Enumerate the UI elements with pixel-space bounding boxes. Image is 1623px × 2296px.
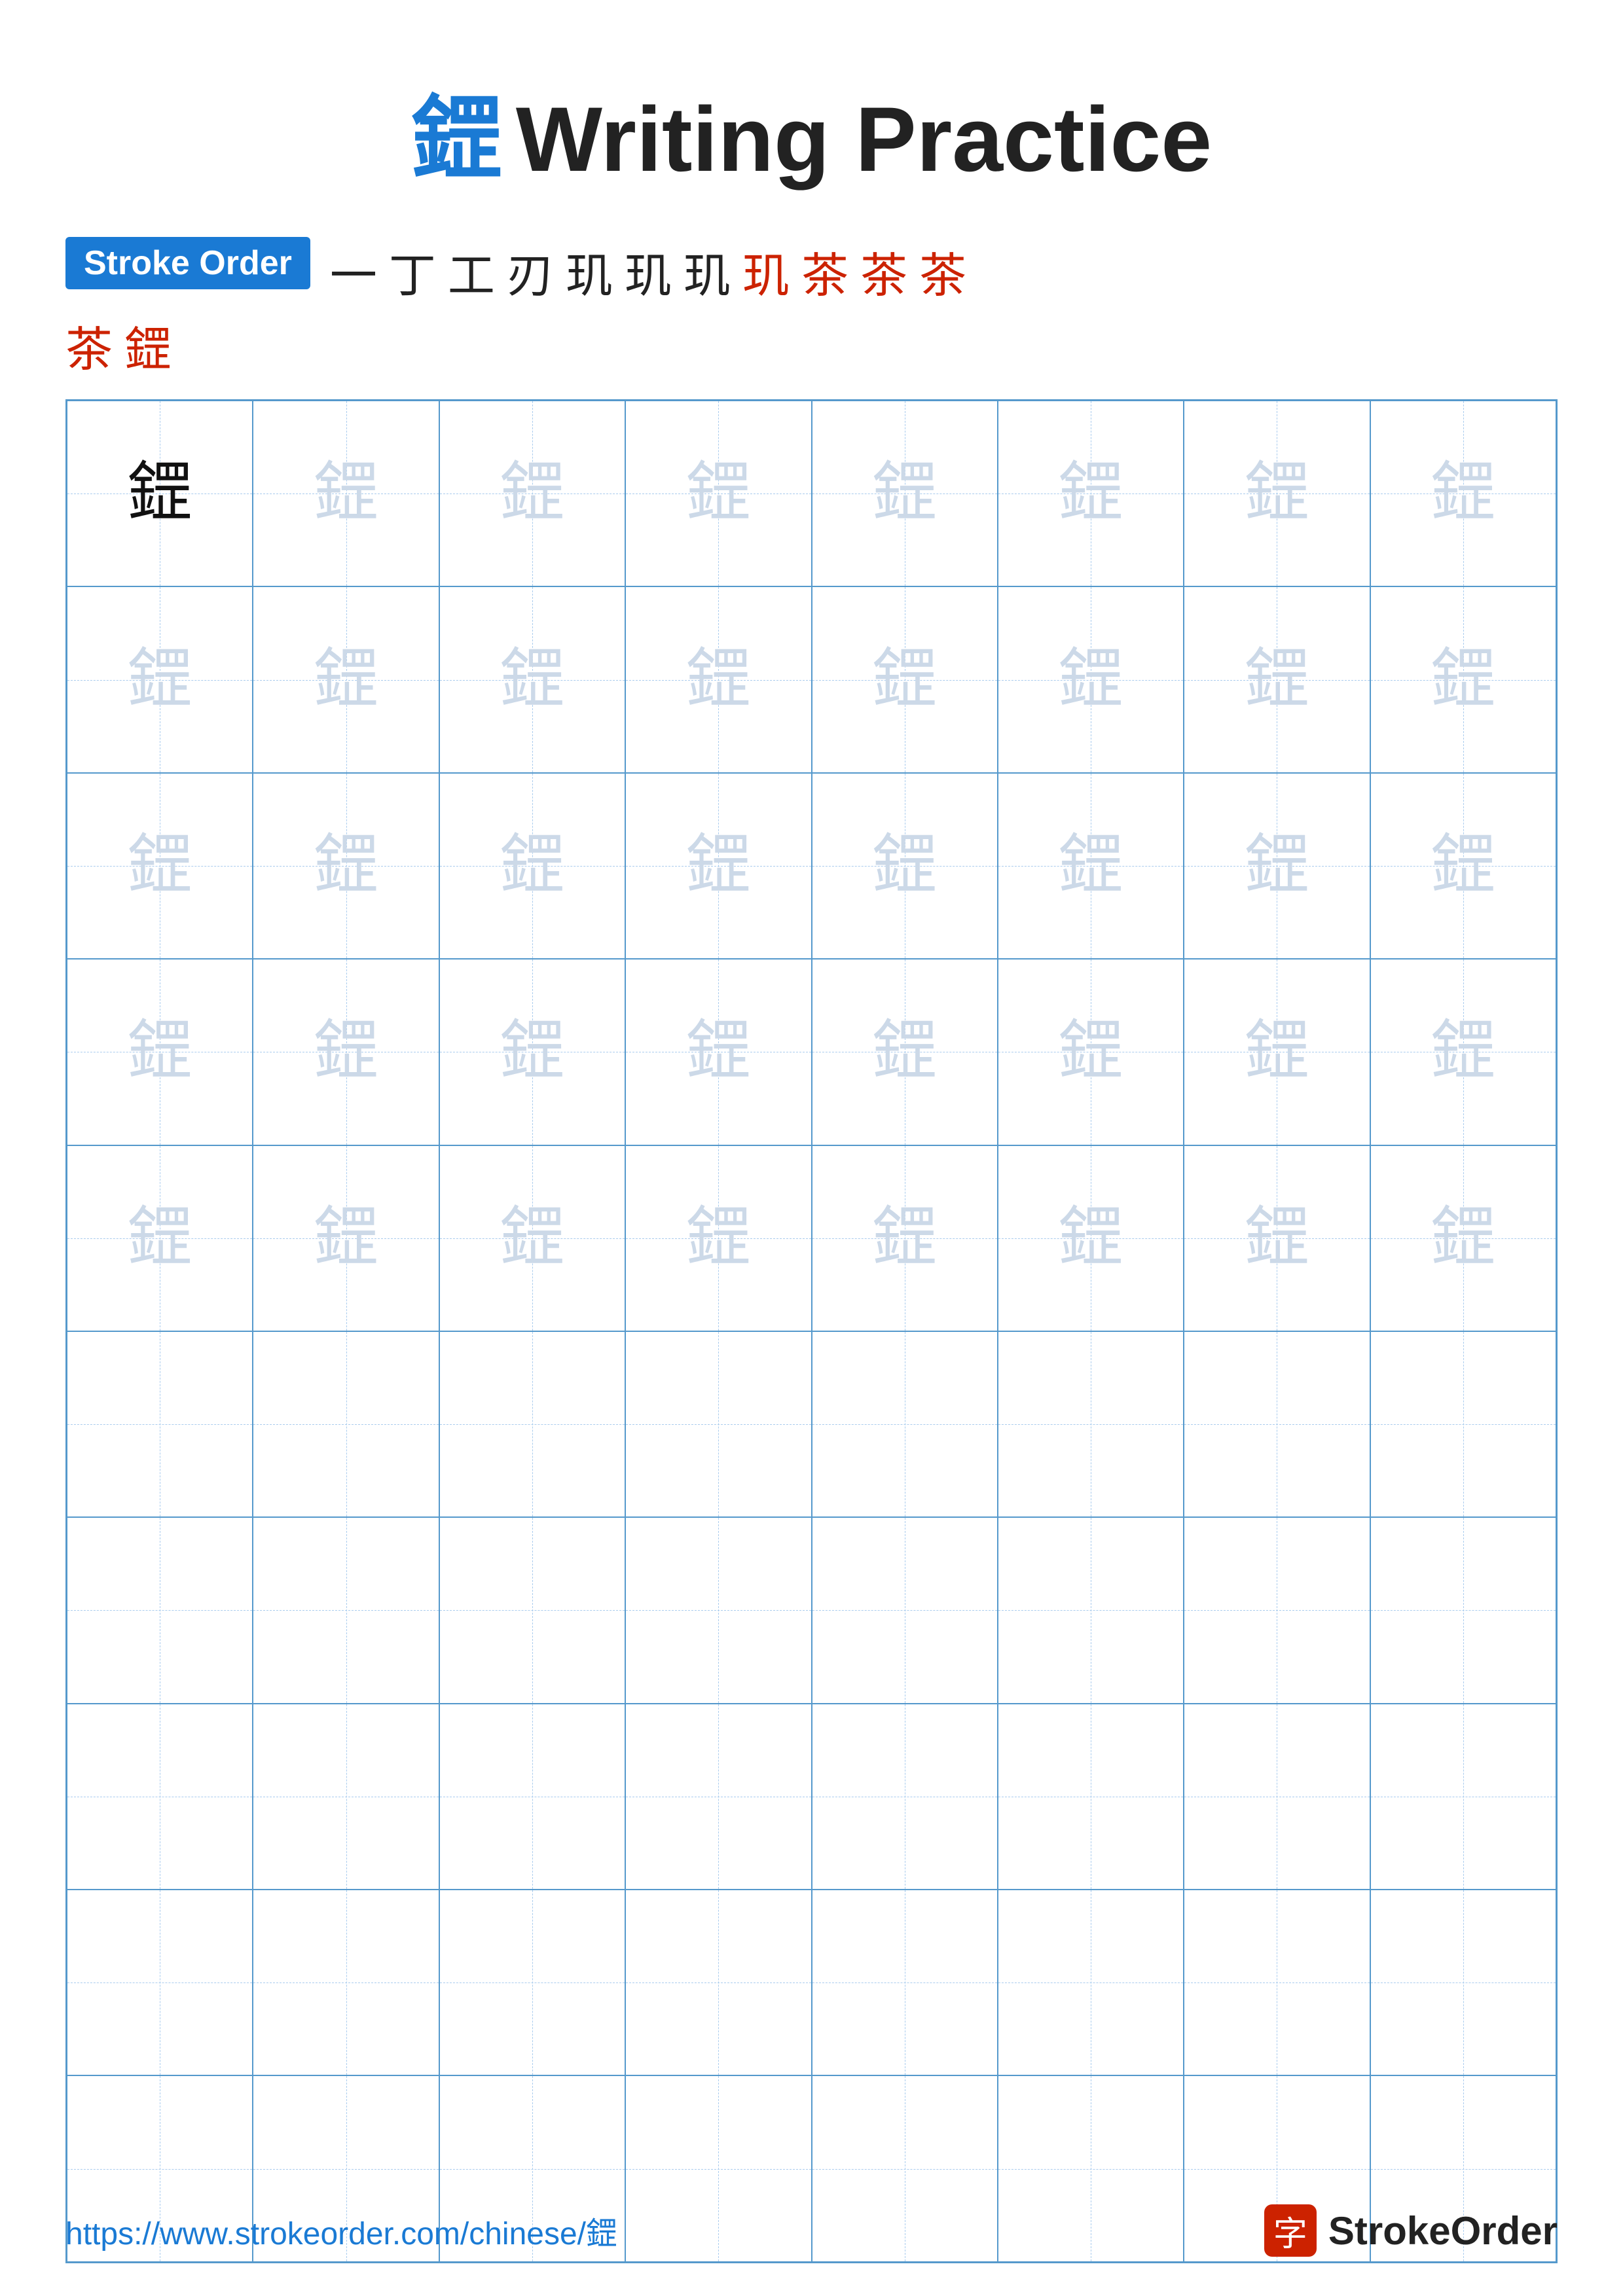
- stroke-2: 丁: [389, 237, 436, 306]
- footer-brand-icon: 字: [1264, 2204, 1317, 2257]
- grid-cell[interactable]: 鎠: [1184, 401, 1370, 586]
- grid-cell[interactable]: [1370, 1517, 1556, 1703]
- stroke-extra-1: 茶: [65, 311, 113, 380]
- grid-cell[interactable]: [1184, 1331, 1370, 1517]
- grid-cell[interactable]: 鎠: [439, 773, 625, 959]
- grid-cell[interactable]: [1184, 1517, 1370, 1703]
- grid-cell[interactable]: [439, 1517, 625, 1703]
- stroke-3: 工: [448, 237, 495, 306]
- footer-brand: 字 StrokeOrder: [1264, 2204, 1558, 2257]
- grid-cell[interactable]: [67, 1704, 253, 1890]
- stroke-extra-row: 茶 鎠: [65, 311, 1558, 380]
- grid-cell[interactable]: 鎠: [998, 586, 1184, 772]
- grid-cell[interactable]: [998, 1890, 1184, 2075]
- grid-cell[interactable]: [625, 1331, 811, 1517]
- header-char: 鎠: [411, 90, 503, 191]
- grid-cell[interactable]: [253, 1704, 439, 1890]
- stroke-11: 茶: [919, 237, 966, 306]
- grid-cell[interactable]: 鎠: [625, 959, 811, 1145]
- grid-cell[interactable]: 鎠: [67, 773, 253, 959]
- grid-cell[interactable]: 鎠: [998, 773, 1184, 959]
- grid-cell[interactable]: [998, 1331, 1184, 1517]
- grid-cell[interactable]: 鎠: [253, 959, 439, 1145]
- stroke-5: 玑: [566, 237, 613, 306]
- grid-cell[interactable]: 鎠: [1370, 401, 1556, 586]
- grid-cell[interactable]: 鎠: [625, 773, 811, 959]
- grid-cell[interactable]: [67, 1517, 253, 1703]
- stroke-sequence: 一 丁 工 刃 玑 玑 玑 玑 茶 茶 茶: [330, 237, 966, 306]
- stroke-1: 一: [330, 237, 377, 306]
- grid-cell[interactable]: [1370, 1331, 1556, 1517]
- grid-cell[interactable]: [998, 1704, 1184, 1890]
- stroke-4: 刃: [507, 237, 554, 306]
- stroke-9: 茶: [801, 237, 848, 306]
- grid-cell[interactable]: [812, 1331, 998, 1517]
- grid-cell[interactable]: 鎠: [67, 586, 253, 772]
- grid-cell[interactable]: [67, 1890, 253, 2075]
- header: 鎠Writing Practice: [65, 65, 1558, 198]
- grid-cell[interactable]: 鎠: [1370, 1145, 1556, 1331]
- grid-cell[interactable]: [439, 1331, 625, 1517]
- footer: https://www.strokeorder.com/chinese/鎠 字 …: [65, 2204, 1558, 2257]
- stroke-7: 玑: [684, 237, 731, 306]
- grid-cell[interactable]: [812, 1517, 998, 1703]
- grid-cell[interactable]: [1370, 1890, 1556, 2075]
- stroke-order-badge: Stroke Order: [65, 237, 310, 289]
- grid-cell[interactable]: [253, 1890, 439, 2075]
- grid-cell[interactable]: 鎠: [253, 1145, 439, 1331]
- grid-cell[interactable]: 鎠: [67, 1145, 253, 1331]
- grid-cell[interactable]: 鎠: [67, 959, 253, 1145]
- grid-cell[interactable]: [1184, 1890, 1370, 2075]
- page-title: 鎠Writing Practice: [411, 88, 1212, 190]
- grid-cell[interactable]: [1184, 1704, 1370, 1890]
- grid-cell[interactable]: 鎠: [998, 1145, 1184, 1331]
- practice-grid: 鎠鎠鎠鎠鎠鎠鎠鎠鎠鎠鎠鎠鎠鎠鎠鎠鎠鎠鎠鎠鎠鎠鎠鎠鎠鎠鎠鎠鎠鎠鎠鎠鎠鎠鎠鎠鎠鎠鎠鎠: [65, 399, 1558, 2263]
- grid-cell[interactable]: [1370, 1704, 1556, 1890]
- grid-cell[interactable]: 鎠: [1184, 586, 1370, 772]
- grid-cell[interactable]: 鎠: [253, 773, 439, 959]
- grid-cell[interactable]: [812, 1890, 998, 2075]
- grid-cell[interactable]: 鎠: [625, 401, 811, 586]
- grid-cell[interactable]: 鎠: [1184, 959, 1370, 1145]
- grid-cell[interactable]: [67, 1331, 253, 1517]
- grid-cell[interactable]: 鎠: [439, 959, 625, 1145]
- stroke-10: 茶: [860, 237, 907, 306]
- grid-cell[interactable]: [625, 1704, 811, 1890]
- page: 鎠Writing Practice Stroke Order 一 丁 工 刃 玑…: [0, 0, 1623, 2296]
- grid-cell[interactable]: [812, 1704, 998, 1890]
- grid-cell[interactable]: 鎠: [812, 959, 998, 1145]
- grid-cell[interactable]: [998, 1517, 1184, 1703]
- grid-cell[interactable]: [253, 1517, 439, 1703]
- grid-cell[interactable]: 鎠: [812, 1145, 998, 1331]
- stroke-6: 玑: [625, 237, 672, 306]
- grid-cell[interactable]: [439, 1704, 625, 1890]
- stroke-extra-2: 鎠: [124, 311, 172, 380]
- grid-cell[interactable]: 鎠: [253, 401, 439, 586]
- footer-brand-name: StrokeOrder: [1328, 2208, 1558, 2253]
- grid-cell[interactable]: 鎠: [439, 586, 625, 772]
- grid-cell[interactable]: 鎠: [67, 401, 253, 586]
- grid-cell[interactable]: 鎠: [1370, 773, 1556, 959]
- grid-cell[interactable]: 鎠: [439, 401, 625, 586]
- stroke-8: 玑: [742, 237, 790, 306]
- grid-cell[interactable]: 鎠: [625, 1145, 811, 1331]
- stroke-order-section: Stroke Order 一 丁 工 刃 玑 玑 玑 玑 茶 茶 茶 茶 鎠: [65, 237, 1558, 380]
- grid-cell[interactable]: 鎠: [625, 586, 811, 772]
- grid-cell[interactable]: [625, 1517, 811, 1703]
- grid-cell[interactable]: 鎠: [439, 1145, 625, 1331]
- grid-cell[interactable]: 鎠: [998, 959, 1184, 1145]
- grid-cell[interactable]: 鎠: [812, 586, 998, 772]
- grid-cell[interactable]: [625, 1890, 811, 2075]
- grid-cell[interactable]: 鎠: [812, 773, 998, 959]
- grid-cell[interactable]: 鎠: [1184, 1145, 1370, 1331]
- grid-cell[interactable]: 鎠: [812, 401, 998, 586]
- grid-cell[interactable]: 鎠: [998, 401, 1184, 586]
- grid-cell[interactable]: 鎠: [253, 586, 439, 772]
- grid-cell[interactable]: [253, 1331, 439, 1517]
- footer-url[interactable]: https://www.strokeorder.com/chinese/鎠: [65, 2208, 617, 2253]
- grid-cell[interactable]: [439, 1890, 625, 2075]
- grid-cell[interactable]: 鎠: [1370, 959, 1556, 1145]
- grid-cell[interactable]: 鎠: [1184, 773, 1370, 959]
- grid-cell[interactable]: 鎠: [1370, 586, 1556, 772]
